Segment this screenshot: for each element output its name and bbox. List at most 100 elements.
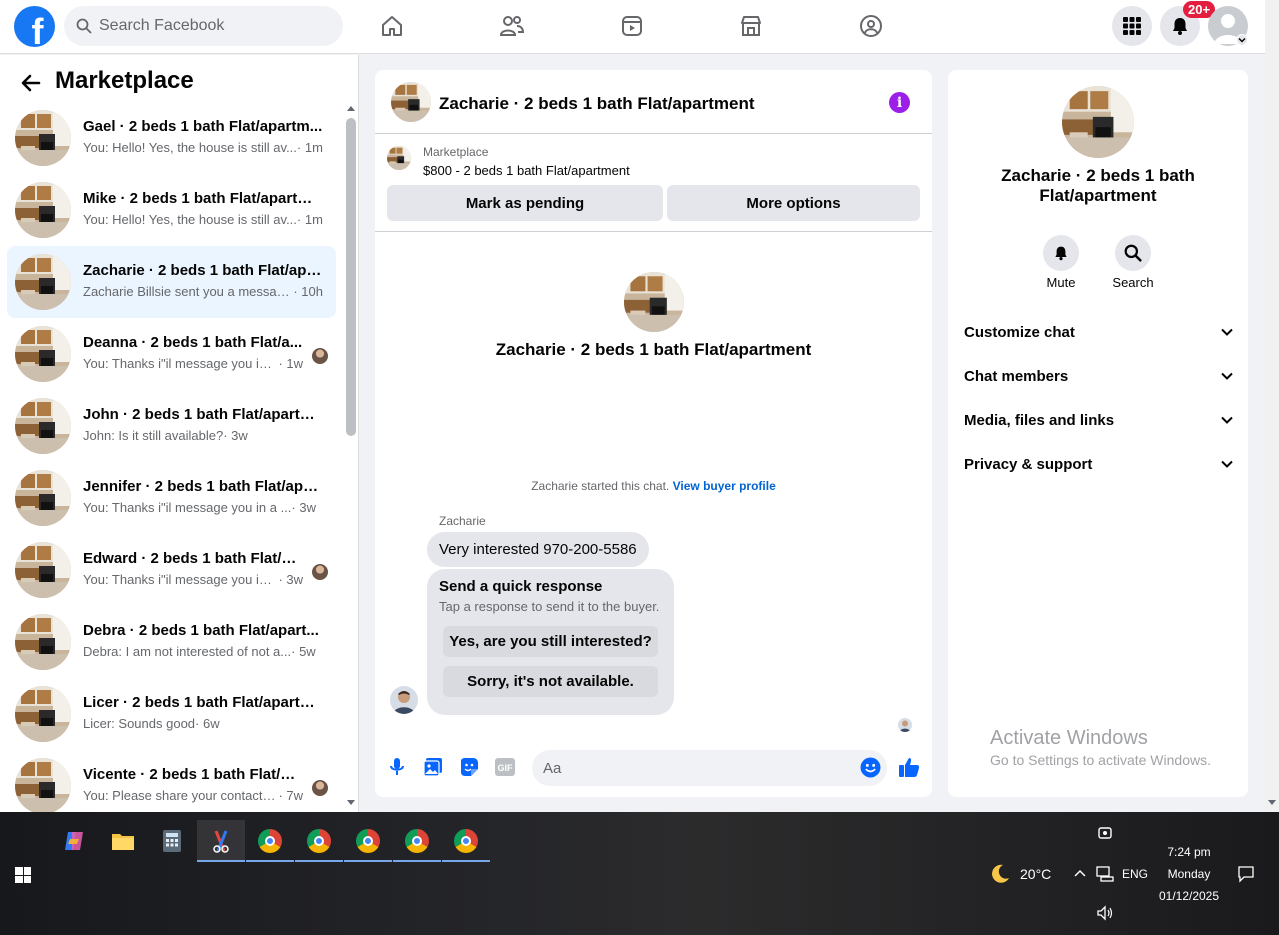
listing-banner: Marketplace $800 - 2 beds 1 bath Flat/ap… bbox=[375, 135, 932, 232]
chat-preview: Licer: Sounds good · 6w bbox=[83, 716, 323, 731]
chat-list-item[interactable]: Licer · 2 beds 1 bath Flat/apartm... Lice… bbox=[7, 678, 336, 750]
windows-taskbar: 20°C ENG 7:24 pm Monday 01/12/2025 bbox=[0, 812, 1279, 935]
microphone-icon[interactable] bbox=[386, 756, 408, 778]
customize-chat-section[interactable]: Customize chat bbox=[964, 321, 1234, 343]
network-icon[interactable] bbox=[1096, 866, 1114, 882]
clock-time[interactable]: 7:24 pm bbox=[1150, 845, 1228, 859]
sidebar-title: Marketplace bbox=[55, 67, 194, 94]
windows-start-icon[interactable] bbox=[15, 867, 31, 883]
home-icon[interactable] bbox=[378, 12, 406, 40]
mute-button[interactable]: Mute bbox=[1041, 235, 1081, 291]
language-indicator[interactable]: ENG bbox=[1122, 867, 1148, 881]
message-input[interactable] bbox=[532, 750, 887, 786]
chat-time: · 3w bbox=[278, 572, 303, 587]
friends-icon[interactable] bbox=[498, 12, 526, 40]
video-icon[interactable] bbox=[618, 12, 646, 40]
chat-preview: You: Thanks i"il message you in ... · 1w bbox=[83, 356, 303, 371]
groups-icon[interactable] bbox=[857, 12, 885, 40]
clock-day[interactable]: Monday bbox=[1150, 867, 1228, 881]
chat-list-item[interactable]: Mike · 2 beds 1 bath Flat/apartm... You: … bbox=[7, 174, 336, 246]
intro-avatar[interactable] bbox=[624, 272, 684, 332]
quick-response-yes-button[interactable]: Yes, are you still interested? bbox=[443, 626, 658, 657]
account-chevron-icon[interactable] bbox=[1236, 34, 1248, 46]
view-buyer-profile-link[interactable]: View buyer profile bbox=[673, 479, 776, 493]
info-avatar[interactable] bbox=[1062, 86, 1134, 158]
search-in-chat-button[interactable]: Search bbox=[1112, 235, 1154, 291]
chat-time: · 3w bbox=[223, 428, 248, 443]
clock-date[interactable]: 01/12/2025 bbox=[1150, 889, 1228, 903]
listing-price[interactable]: $800 - 2 beds 1 bath Flat/apartment bbox=[423, 163, 630, 178]
chat-list-item[interactable]: Edward · 2 beds 1 bath Flat/ap... You: Th… bbox=[7, 534, 336, 606]
chat-list-item[interactable]: Debra · 2 beds 1 bath Flat/apart... Debra… bbox=[7, 606, 336, 678]
info-title: Zacharie · 2 beds 1 bath Flat/apartment bbox=[1001, 166, 1195, 205]
chat-list-item[interactable]: Deanna · 2 beds 1 bath Flat/a... You: Tha… bbox=[7, 318, 336, 390]
emoji-icon[interactable] bbox=[859, 756, 881, 778]
bell-icon bbox=[1055, 246, 1067, 261]
chat-name: Licer · 2 beds 1 bath Flat/apartm... bbox=[83, 694, 323, 711]
scroll-down-arrow[interactable] bbox=[347, 800, 355, 805]
seen-avatar bbox=[312, 780, 328, 796]
gif-icon[interactable]: GIF bbox=[494, 756, 516, 778]
copilot-icon[interactable] bbox=[50, 820, 98, 862]
chrome-profile-5-icon[interactable] bbox=[442, 820, 490, 862]
media-files-links-section[interactable]: Media, files and links bbox=[964, 409, 1234, 431]
conversation-title[interactable]: Zacharie · 2 beds 1 bath Flat/apartment bbox=[439, 94, 755, 114]
search-box[interactable] bbox=[64, 6, 343, 46]
page-scrollbar[interactable] bbox=[1265, 0, 1279, 812]
quick-response-sorry-button[interactable]: Sorry, it's not available. bbox=[443, 666, 658, 697]
sidebar-scrollbar[interactable] bbox=[346, 118, 356, 436]
listing-avatar[interactable] bbox=[391, 82, 431, 122]
chat-members-section[interactable]: Chat members bbox=[964, 365, 1234, 387]
sender-avatar[interactable] bbox=[390, 686, 418, 714]
sticker-icon[interactable] bbox=[458, 756, 480, 778]
chat-thumbnail bbox=[15, 110, 71, 166]
privacy-support-section[interactable]: Privacy & support bbox=[964, 453, 1234, 475]
marketplace-icon[interactable] bbox=[737, 12, 765, 40]
chat-list-item[interactable]: John · 2 beds 1 bath Flat/apartm... John:… bbox=[7, 390, 336, 462]
chat-list-item[interactable]: Jennifer · 2 beds 1 bath Flat/apa... You:… bbox=[7, 462, 336, 534]
chat-thumbnail bbox=[15, 542, 71, 598]
message-sender-name: Zacharie bbox=[439, 514, 486, 528]
search-input[interactable] bbox=[99, 17, 319, 35]
search-label: Search bbox=[1112, 275, 1154, 290]
message-bubble[interactable]: Very interested 970-200-5586 bbox=[427, 532, 649, 567]
calculator-icon[interactable] bbox=[148, 820, 196, 862]
chat-thumbnail bbox=[15, 398, 71, 454]
chat-preview: You: Thanks i"il message you in a ... · … bbox=[83, 500, 323, 515]
meet-now-icon[interactable] bbox=[1097, 825, 1113, 841]
chrome-profile-1-icon[interactable] bbox=[246, 820, 294, 862]
seen-avatar bbox=[312, 348, 328, 364]
more-options-button[interactable]: More options bbox=[667, 185, 920, 221]
mark-as-pending-button[interactable]: Mark as pending bbox=[387, 185, 663, 221]
thumbs-up-icon[interactable] bbox=[898, 756, 920, 778]
chat-preview: Debra: I am not interested of not a... ·… bbox=[83, 644, 323, 659]
page-scroll-down-arrow[interactable] bbox=[1268, 800, 1276, 805]
weather-temperature[interactable]: 20°C bbox=[1020, 866, 1051, 882]
back-arrow-icon[interactable] bbox=[20, 72, 42, 94]
chat-preview-text: You: Hello! Yes, the house is still av..… bbox=[83, 212, 297, 227]
chat-list-item[interactable]: Zacharie · 2 beds 1 bath Flat/apa... Zach… bbox=[7, 246, 336, 318]
chrome-profile-4-icon[interactable] bbox=[393, 820, 441, 862]
snipping-tool-icon[interactable] bbox=[197, 820, 245, 862]
listing-thumbnail[interactable] bbox=[387, 146, 411, 170]
scroll-up-arrow[interactable] bbox=[347, 106, 355, 111]
menu-grid-button[interactable] bbox=[1112, 6, 1152, 46]
chat-time: · 5w bbox=[291, 644, 316, 659]
info-icon[interactable]: i bbox=[889, 92, 910, 113]
photo-icon[interactable] bbox=[422, 756, 444, 778]
chat-list-item[interactable]: Vicente · 2 beds 1 bath Flat/ap... You: P… bbox=[7, 750, 336, 812]
file-explorer-icon[interactable] bbox=[99, 820, 147, 862]
read-receipt-avatar bbox=[898, 718, 912, 732]
facebook-logo[interactable]: f bbox=[14, 6, 55, 47]
bell-icon bbox=[1173, 18, 1187, 35]
moon-weather-icon[interactable] bbox=[988, 862, 1012, 886]
notification-center-icon[interactable] bbox=[1237, 865, 1255, 883]
chrome-profile-2-icon[interactable] bbox=[295, 820, 343, 862]
chrome-profile-3-icon[interactable] bbox=[344, 820, 392, 862]
watermark-title: Activate Windows bbox=[990, 727, 1148, 749]
chat-preview: John: Is it still available? · 3w bbox=[83, 428, 323, 443]
chevron-up-icon[interactable] bbox=[1073, 868, 1087, 878]
chat-started-text: Zacharie started this chat. bbox=[531, 479, 670, 493]
volume-icon[interactable] bbox=[1096, 905, 1114, 921]
chat-list-item[interactable]: Gael · 2 beds 1 bath Flat/apartm... You: … bbox=[7, 102, 336, 174]
